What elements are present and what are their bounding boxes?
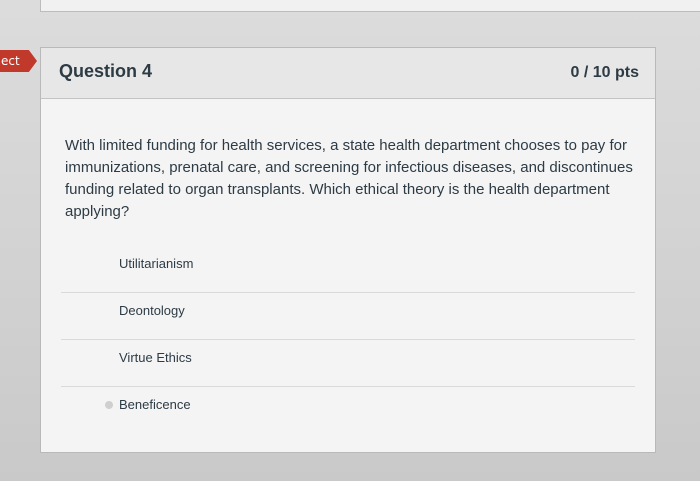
quiz-page: ect Question 4 0 / 10 pts With limited f… [0,0,700,481]
question-title: Question 4 [59,61,153,81]
answer-label: Deontology [119,303,185,318]
previous-question-card [40,0,700,12]
answer-label: Beneficence [119,397,191,412]
answer-label: Virtue Ethics [119,350,192,365]
answer-option[interactable]: Deontology [61,292,635,339]
answer-option-selected[interactable]: Beneficence [61,386,635,433]
question-header: Question 4 0 / 10 pts [41,48,655,99]
incorrect-tag: ect [0,50,37,72]
selected-radio-icon[interactable] [105,401,113,409]
answer-option[interactable]: Utilitarianism [61,246,635,292]
incorrect-tag-label: ect [1,54,20,68]
answer-option[interactable]: Virtue Ethics [61,339,635,386]
question-text: With limited funding for health services… [65,137,633,220]
question-body: With limited funding for health services… [41,99,655,223]
question-card: Question 4 0 / 10 pts With limited fundi… [40,47,656,453]
answer-label: Utilitarianism [119,256,194,271]
answer-list: Utilitarianism Deontology Virtue Ethics … [61,246,635,433]
question-points: 0 / 10 pts [570,64,639,81]
